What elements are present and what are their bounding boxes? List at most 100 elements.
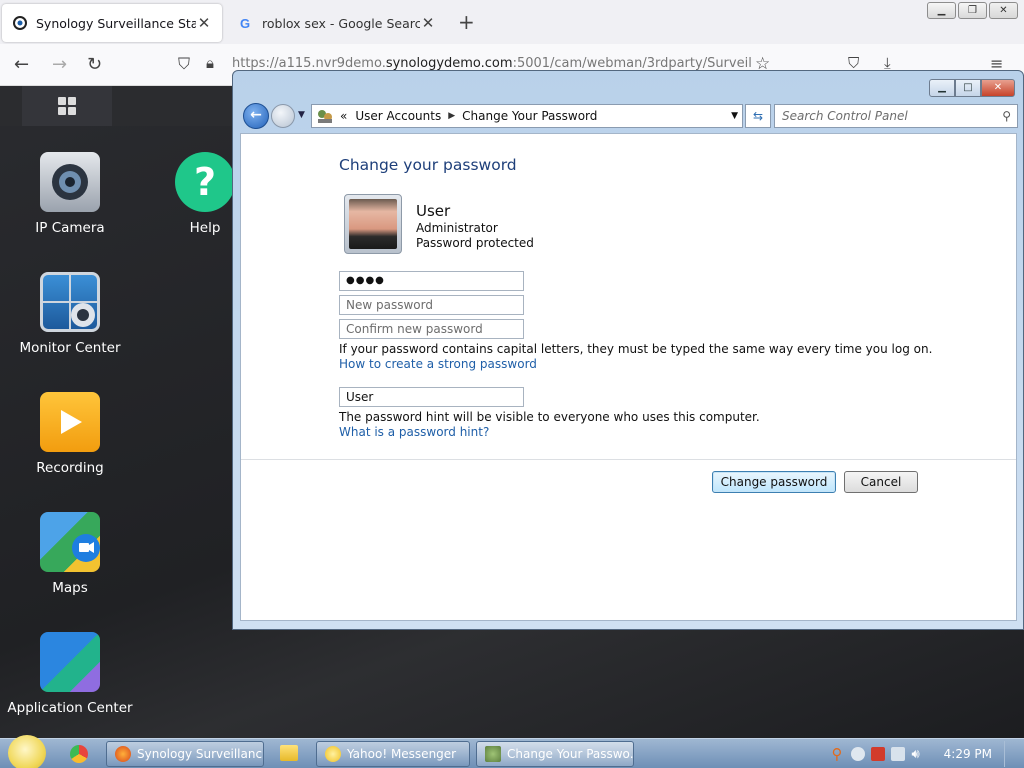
close-tab-icon[interactable]: ✕ (196, 14, 212, 32)
content-pane: Change your password User Administrator … (240, 133, 1017, 621)
browser-tabstrip: Synology Surveillance Station - ✕ G robl… (0, 0, 1024, 44)
refresh-button[interactable]: ⇆ (745, 104, 771, 128)
system-tray: ⚲ 🔊︎ 4:29 PM (831, 739, 1014, 768)
show-desktop-button[interactable] (1004, 741, 1014, 767)
taskbar-item-label: Synology Surveillanc... (137, 747, 264, 761)
change-password-window: ▁ □ ✕ ← ▼ « User Accounts ▶ Change Your … (232, 70, 1024, 630)
avatar (344, 194, 402, 254)
url-bar[interactable]: https://a115.nvr9demo.synologydemo.com:5… (232, 56, 752, 71)
network-icon[interactable] (891, 747, 906, 761)
google-favicon-icon: G (238, 15, 254, 31)
firefox-icon (115, 746, 131, 762)
yahoo-messenger-icon (325, 746, 341, 762)
app-label: IP Camera (35, 220, 105, 236)
back-button[interactable]: ← (243, 103, 269, 129)
messenger-tray-icon[interactable] (851, 747, 866, 761)
breadcrumb-overflow[interactable]: « (340, 109, 347, 123)
new-tab-button[interactable]: + (458, 10, 475, 34)
main-menu-button[interactable] (22, 86, 112, 126)
app-ip-camera[interactable]: IP Camera (5, 152, 135, 236)
synology-favicon-icon (12, 15, 28, 31)
user-role: Administrator (416, 221, 498, 235)
password-hint-link[interactable]: What is a password hint? (339, 425, 489, 439)
search-icon: ⚲ (1002, 109, 1011, 123)
maps-icon (40, 512, 100, 572)
app-label: Maps (52, 580, 88, 596)
taskbar-item-label: Change Your Passwo... (507, 747, 634, 761)
breadcrumb-change-password[interactable]: Change Your Password (462, 109, 597, 123)
hint-note: The password hint will be visible to eve… (339, 410, 760, 424)
browser-window-controls: ▁ ❐ ✕ (927, 2, 1018, 19)
forward-button[interactable] (271, 104, 295, 128)
search-tray-icon[interactable]: ⚲ (831, 747, 845, 762)
back-arrow-icon[interactable]: ← (14, 54, 29, 75)
current-password-field[interactable]: ●●●● (339, 271, 524, 291)
app-label: Monitor Center (19, 340, 121, 356)
url-path: :5001/cam/webman/3rdparty/Surveillance (512, 56, 752, 71)
restore-button[interactable]: ❐ (958, 2, 987, 19)
tab-title: roblox sex - Google Search (262, 15, 420, 31)
control-panel-icon (318, 110, 332, 123)
window-controls: ▁ □ ✕ (929, 79, 1015, 97)
breadcrumb[interactable]: « User Accounts ▶ Change Your Password ▼ (311, 104, 743, 128)
url-prefix: https://a115.nvr9demo. (232, 56, 386, 71)
close-window-button[interactable]: ✕ (989, 2, 1018, 19)
address-dropdown-icon[interactable]: ▼ (731, 111, 738, 121)
camera-icon (40, 152, 100, 212)
taskbar-item-change-password[interactable]: Change Your Passwo... (476, 741, 634, 767)
app-label: Recording (36, 460, 104, 476)
shield-icon[interactable]: ⛉ (178, 54, 190, 74)
forward-arrow-icon[interactable]: → (52, 54, 67, 75)
reload-icon[interactable]: ↻ (87, 54, 102, 75)
app-recording[interactable]: Recording (5, 392, 135, 476)
confirm-password-field[interactable]: Confirm new password (339, 319, 524, 339)
taskbar-item-yahoo[interactable]: Yahoo! Messenger (316, 741, 470, 767)
lock-icon[interactable]: 🔒︎ (206, 54, 214, 72)
app-application-center[interactable]: Application Center (5, 632, 135, 716)
history-dropdown-icon[interactable]: ▼ (298, 110, 305, 120)
tab-google[interactable]: G roblox sex - Google Search ✕ (228, 4, 446, 42)
window-minimize-button[interactable]: ▁ (929, 79, 955, 97)
flag-alert-icon[interactable] (871, 747, 886, 761)
monitor-icon (40, 272, 100, 332)
taskbar-item-label: Yahoo! Messenger (347, 747, 457, 761)
svg-text:G: G (240, 16, 250, 30)
app-label: Application Center (7, 700, 133, 716)
user-name: User (416, 202, 451, 220)
explorer-address-row: ← ▼ « User Accounts ▶ Change Your Passwo… (241, 103, 1018, 129)
clock[interactable]: 4:29 PM (944, 747, 992, 761)
recording-icon (40, 392, 100, 452)
password-hint-field[interactable]: User (339, 387, 524, 407)
start-button[interactable] (8, 735, 46, 768)
search-input[interactable]: Search Control Panel ⚲ (774, 104, 1018, 128)
caps-note: If your password contains capital letter… (339, 342, 933, 356)
url-domain: synologydemo.com (385, 56, 513, 71)
strong-password-link[interactable]: How to create a strong password (339, 357, 537, 371)
cancel-button[interactable]: Cancel (844, 471, 918, 493)
help-icon: ? (175, 152, 235, 212)
app-monitor-center[interactable]: Monitor Center (5, 272, 135, 356)
folder-icon[interactable] (280, 745, 298, 761)
volume-icon[interactable]: 🔊︎ (911, 747, 919, 762)
minimize-button[interactable]: ▁ (927, 2, 956, 19)
breadcrumb-user-accounts[interactable]: User Accounts (355, 109, 441, 123)
window-close-button[interactable]: ✕ (981, 79, 1015, 97)
grid-icon (58, 97, 76, 115)
search-placeholder: Search Control Panel (782, 109, 908, 123)
divider (241, 459, 1016, 460)
page-title: Change your password (339, 156, 517, 174)
app-label: Help (189, 220, 221, 236)
breadcrumb-separator-icon[interactable]: ▶ (448, 111, 455, 121)
tab-synology[interactable]: Synology Surveillance Station - ✕ (2, 4, 222, 42)
new-password-field[interactable]: New password (339, 295, 524, 315)
control-panel-icon (485, 746, 501, 762)
tab-title: Synology Surveillance Station - (36, 15, 196, 31)
app-maps[interactable]: Maps (5, 512, 135, 596)
chrome-icon[interactable] (70, 745, 88, 763)
taskbar-item-synology[interactable]: Synology Surveillanc... (106, 741, 264, 767)
change-password-button[interactable]: Change password (712, 471, 836, 493)
user-picture (349, 199, 397, 249)
window-maximize-button[interactable]: □ (955, 79, 981, 97)
taskbar: Synology Surveillanc... Yahoo! Messenger… (0, 735, 1024, 768)
close-tab-icon[interactable]: ✕ (420, 14, 436, 32)
